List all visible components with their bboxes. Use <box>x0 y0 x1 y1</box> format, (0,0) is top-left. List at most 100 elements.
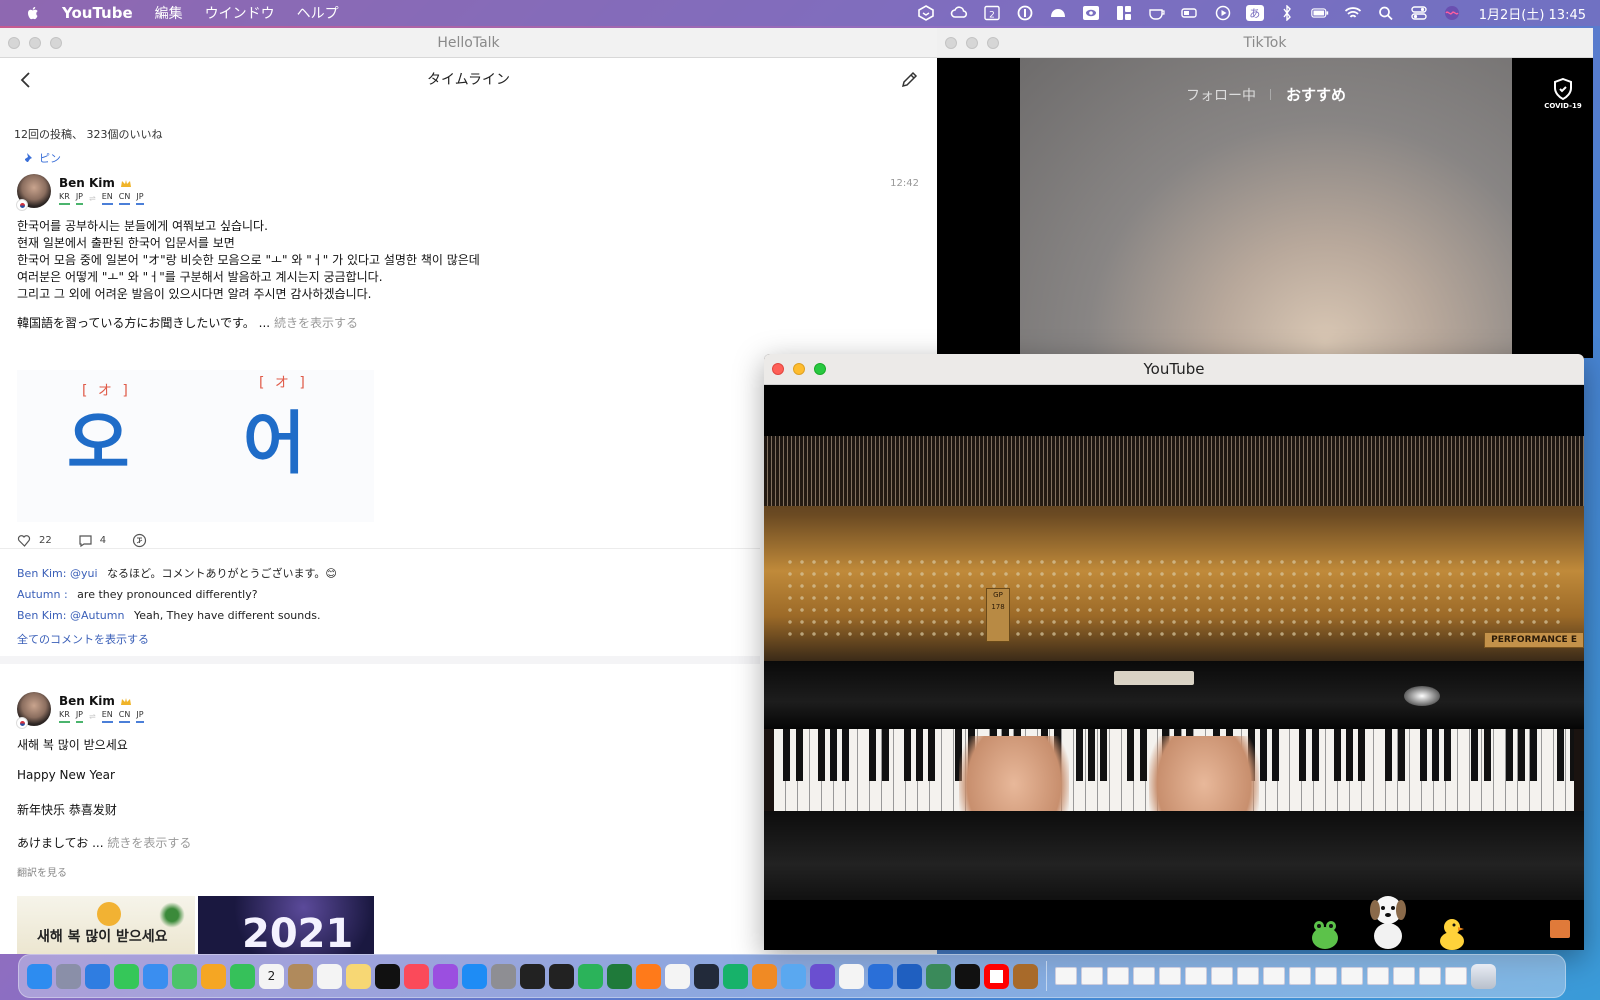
siri-icon[interactable] <box>1442 5 1462 21</box>
youtube-video[interactable]: GP 178 PERFORMANCE E <box>764 436 1584 900</box>
voice-memo-icon[interactable] <box>839 963 864 989</box>
menu-app-name[interactable]: YouTube <box>62 4 133 22</box>
mail-icon[interactable] <box>143 963 168 989</box>
minimize-button[interactable] <box>966 37 978 49</box>
avatar[interactable] <box>16 692 51 729</box>
post-image-newyear[interactable]: 새해 복 많이 받으세요 <box>17 896 195 954</box>
tiktok-titlebar[interactable]: TikTok <box>937 28 1593 58</box>
vpn-icon[interactable] <box>926 963 951 989</box>
zoom-button[interactable] <box>987 37 999 49</box>
game-icon[interactable] <box>810 963 835 989</box>
grammarly-icon[interactable] <box>723 963 748 989</box>
wifi-icon[interactable] <box>1343 5 1363 21</box>
launchpad-icon[interactable] <box>56 963 81 989</box>
minimized-window[interactable] <box>1445 967 1467 985</box>
excel-icon[interactable] <box>607 963 632 989</box>
duck-icon[interactable] <box>1438 916 1466 950</box>
1password-icon[interactable] <box>1015 5 1035 21</box>
hellotalk-titlebar[interactable]: HelloTalk <box>0 28 937 58</box>
facetime-icon[interactable] <box>230 963 255 989</box>
messages-icon[interactable] <box>114 963 139 989</box>
post-image-2021[interactable]: 2021 <box>198 896 374 954</box>
photos-icon[interactable] <box>201 963 226 989</box>
minimized-window[interactable] <box>1185 967 1207 985</box>
battery-outline-icon[interactable] <box>1180 5 1200 21</box>
close-button[interactable] <box>772 363 784 375</box>
tiktok-video[interactable]: フォロー中 おすすめ <box>1020 58 1512 358</box>
maps-icon[interactable] <box>172 963 197 989</box>
youtube-icon[interactable] <box>984 963 1009 989</box>
podcasts-icon[interactable] <box>433 963 458 989</box>
apple-tv-icon[interactable] <box>375 963 400 989</box>
menu-window[interactable]: ウインドウ <box>205 3 275 23</box>
finder-icon[interactable] <box>27 963 52 989</box>
show-more-link[interactable]: 続きを表示する <box>107 836 191 850</box>
minimized-window[interactable] <box>1055 967 1077 985</box>
username[interactable]: Ben Kim <box>59 176 132 190</box>
comment-item[interactable]: Ben Kim: @Autumn Yeah, They have differe… <box>17 609 320 622</box>
frog-icon[interactable] <box>1310 916 1340 950</box>
creative-cloud-icon[interactable] <box>949 5 969 21</box>
dashboard-icon[interactable] <box>1114 5 1134 21</box>
cube-icon[interactable] <box>916 5 936 21</box>
minimized-window[interactable] <box>1133 967 1155 985</box>
comment-button[interactable]: 4 <box>78 533 106 548</box>
tab-following[interactable]: フォロー中 <box>1186 88 1256 104</box>
activity-icon[interactable] <box>549 963 574 989</box>
close-button[interactable] <box>8 37 20 49</box>
control-center-icon[interactable] <box>1409 5 1429 21</box>
eye-icon[interactable] <box>1081 5 1101 21</box>
post-image[interactable]: [ オ ] 오 [ オ ] 어 <box>17 370 374 522</box>
notes-icon[interactable] <box>346 963 371 989</box>
minimized-window[interactable] <box>1211 967 1233 985</box>
zoom-button[interactable] <box>50 37 62 49</box>
minimized-window[interactable] <box>1237 967 1259 985</box>
edit-icon[interactable] <box>899 70 919 90</box>
close-button[interactable] <box>945 37 957 49</box>
like-button[interactable]: 22 <box>17 533 52 548</box>
comment-author[interactable]: Ben Kim: @Autumn <box>17 609 124 622</box>
show-more-link[interactable]: 続きを表示する <box>274 316 358 330</box>
avatar[interactable] <box>16 174 51 211</box>
music-icon[interactable] <box>404 963 429 989</box>
minimized-window[interactable] <box>1419 967 1441 985</box>
bluetooth-icon[interactable] <box>1277 5 1297 21</box>
spotlight-icon[interactable] <box>1376 5 1396 21</box>
app-store-icon[interactable] <box>462 963 487 989</box>
youtube-titlebar[interactable]: YouTube <box>764 354 1584 385</box>
dog-icon[interactable] <box>1368 892 1408 950</box>
archive-icon[interactable] <box>1013 963 1038 989</box>
tiktok-icon[interactable] <box>955 963 980 989</box>
drop-icon[interactable] <box>781 963 806 989</box>
minimized-window[interactable] <box>1289 967 1311 985</box>
system-preferences-icon[interactable] <box>491 963 516 989</box>
minimized-window[interactable] <box>1081 967 1103 985</box>
comment-author[interactable]: Autumn : <box>17 588 68 601</box>
numbers-icon[interactable] <box>578 963 603 989</box>
firefox-icon[interactable] <box>636 963 661 989</box>
clock[interactable]: 1月2日(土) 13:45 <box>1479 4 1586 23</box>
tab-for-you[interactable]: おすすめ <box>1286 86 1346 104</box>
minimized-window[interactable] <box>1341 967 1363 985</box>
chrome-icon[interactable] <box>665 963 690 989</box>
minimized-window[interactable] <box>1367 967 1389 985</box>
minimize-button[interactable] <box>29 37 41 49</box>
username[interactable]: Ben Kim <box>59 694 132 708</box>
safari-icon[interactable] <box>85 963 110 989</box>
menu-edit[interactable]: 編集 <box>155 3 183 23</box>
play-circle-icon[interactable] <box>1213 5 1233 21</box>
minimized-window[interactable] <box>1315 967 1337 985</box>
contacts-icon[interactable] <box>288 963 313 989</box>
minimized-window[interactable] <box>1393 967 1415 985</box>
apple-icon[interactable] <box>24 4 42 22</box>
xcode-icon[interactable] <box>868 963 893 989</box>
back-icon[interactable] <box>18 70 34 90</box>
covid-info-button[interactable]: COVID-19 <box>1541 78 1585 110</box>
reminders-icon[interactable] <box>317 963 342 989</box>
folder-icon[interactable] <box>1550 920 1570 938</box>
battery-icon[interactable] <box>1310 5 1330 21</box>
comment-item[interactable]: Ben Kim: @yui なるほど。コメントありがとうございます。😊 <box>17 565 337 581</box>
menu-help[interactable]: ヘルプ <box>297 3 339 23</box>
minimized-window[interactable] <box>1159 967 1181 985</box>
minimized-window[interactable] <box>1263 967 1285 985</box>
